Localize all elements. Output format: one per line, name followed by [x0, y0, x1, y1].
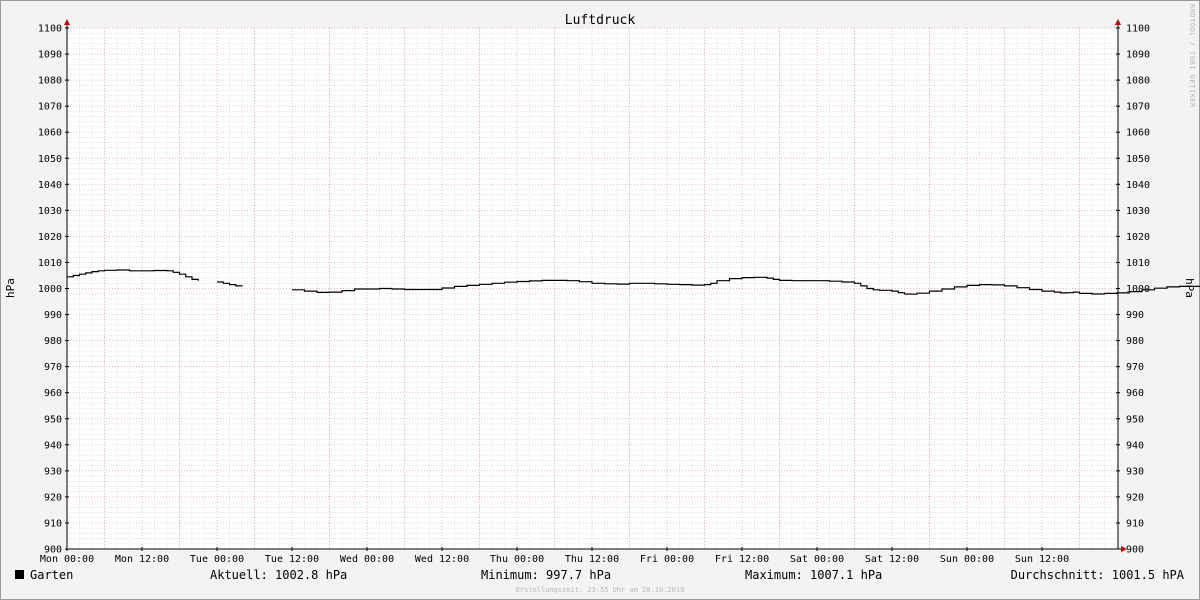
y-tick-label: 980 — [44, 336, 62, 347]
y-tick-label: 1050 — [1126, 154, 1150, 165]
y-tick-label: 930 — [1126, 466, 1144, 477]
y-tick-label: 1090 — [38, 50, 62, 61]
y-tick-label: 1100 — [38, 24, 62, 35]
y-tick-label: 970 — [44, 362, 62, 373]
y-axis-arrow-left — [64, 19, 70, 25]
x-tick-label: Mon 00:00 — [40, 554, 94, 565]
y-tick-label: 950 — [44, 414, 62, 425]
y-tick-label: 1020 — [38, 232, 62, 243]
y-tick-label: 1030 — [1126, 206, 1150, 217]
rrdtool-watermark: RRDTOOL / TOBI OETIKER — [1188, 4, 1196, 108]
y-tick-label: 1040 — [38, 180, 62, 191]
y-tick-label: 940 — [1126, 440, 1144, 451]
y-tick-label: 920 — [44, 492, 62, 503]
y-tick-label: 930 — [44, 466, 62, 477]
y-tick-label: 1020 — [1126, 232, 1150, 243]
y-tick-label: 1050 — [38, 154, 62, 165]
y-tick-label: 1080 — [1126, 76, 1150, 87]
y-tick-label: 910 — [1126, 518, 1144, 529]
creation-time-footer: Erstellungszeit: 23:55 Uhr am 20.10.2019 — [516, 586, 685, 594]
y-tick-label: 980 — [1126, 336, 1144, 347]
y-tick-label: 1000 — [38, 284, 62, 295]
y-tick-label: 920 — [1126, 492, 1144, 503]
legend-average-value: Durchschnitt: 1001.5 hPA — [1011, 568, 1185, 582]
x-tick-label: Wed 00:00 — [340, 554, 394, 565]
y-tick-label: 1070 — [38, 102, 62, 113]
y-tick-label: 1010 — [1126, 258, 1150, 269]
y-tick-label: 950 — [1126, 414, 1144, 425]
x-tick-label: Thu 00:00 — [490, 554, 544, 565]
legend-minimum-value: Minimum: 997.7 hPa — [481, 568, 611, 582]
y-tick-label: 910 — [44, 518, 62, 529]
y-tick-label: 1030 — [38, 206, 62, 217]
x-tick-label: Sat 00:00 — [790, 554, 844, 565]
x-tick-label: Sun 12:00 — [1015, 554, 1069, 565]
y-tick-label: 1100 — [1126, 24, 1150, 35]
y-tick-label: 960 — [44, 388, 62, 399]
y-tick-label: 940 — [44, 440, 62, 451]
y-tick-label: 1070 — [1126, 102, 1150, 113]
y-tick-labels-left: 9009109209309409509609709809901000101010… — [38, 24, 62, 556]
y-tick-label: 1060 — [38, 128, 62, 139]
y-tick-label: 1010 — [38, 258, 62, 269]
x-tick-label: Wed 12:00 — [415, 554, 469, 565]
legend-current-value: Aktuell: 1002.8 hPa — [210, 568, 347, 582]
y-tick-label: 960 — [1126, 388, 1144, 399]
x-tick-label: Fri 00:00 — [640, 554, 694, 565]
y-tick-label: 970 — [1126, 362, 1144, 373]
y-tick-label: 1060 — [1126, 128, 1150, 139]
y-axis-label-left: hPa — [4, 278, 17, 298]
x-tick-label: Tue 12:00 — [265, 554, 319, 565]
legend-swatch-garten — [15, 570, 24, 579]
y-axis-label-right: hPa — [1183, 278, 1196, 298]
y-tick-label: 990 — [44, 310, 62, 321]
x-tick-label: Sat 12:00 — [865, 554, 919, 565]
y-tick-label: 1040 — [1126, 180, 1150, 191]
y-tick-label: 990 — [1126, 310, 1144, 321]
y-axis-arrow-right — [1115, 19, 1121, 25]
x-tick-label: Fri 12:00 — [715, 554, 769, 565]
y-tick-label: 900 — [1126, 545, 1144, 556]
y-tick-label: 1080 — [38, 76, 62, 87]
chart-title: Luftdruck — [565, 13, 636, 28]
x-tick-labels: Mon 00:00 Mon 12:00 Tue 00:00 Tue 12:00 Wed … — [40, 554, 1069, 565]
chart: 900 910 920 930 940 950 960 970 980 990 1000 1010 10… — [4, 4, 1200, 594]
legend-label-garten: Garten — [30, 568, 73, 582]
x-tick-label: Sun 00:00 — [940, 554, 994, 565]
x-tick-label: Tue 00:00 — [190, 554, 244, 565]
legend-maximum-value: Maximum: 1007.1 hPa — [745, 568, 882, 582]
y-tick-label: 1090 — [1126, 50, 1150, 61]
x-tick-label: Thu 12:00 — [565, 554, 619, 565]
x-tick-label: Mon 12:00 — [115, 554, 169, 565]
